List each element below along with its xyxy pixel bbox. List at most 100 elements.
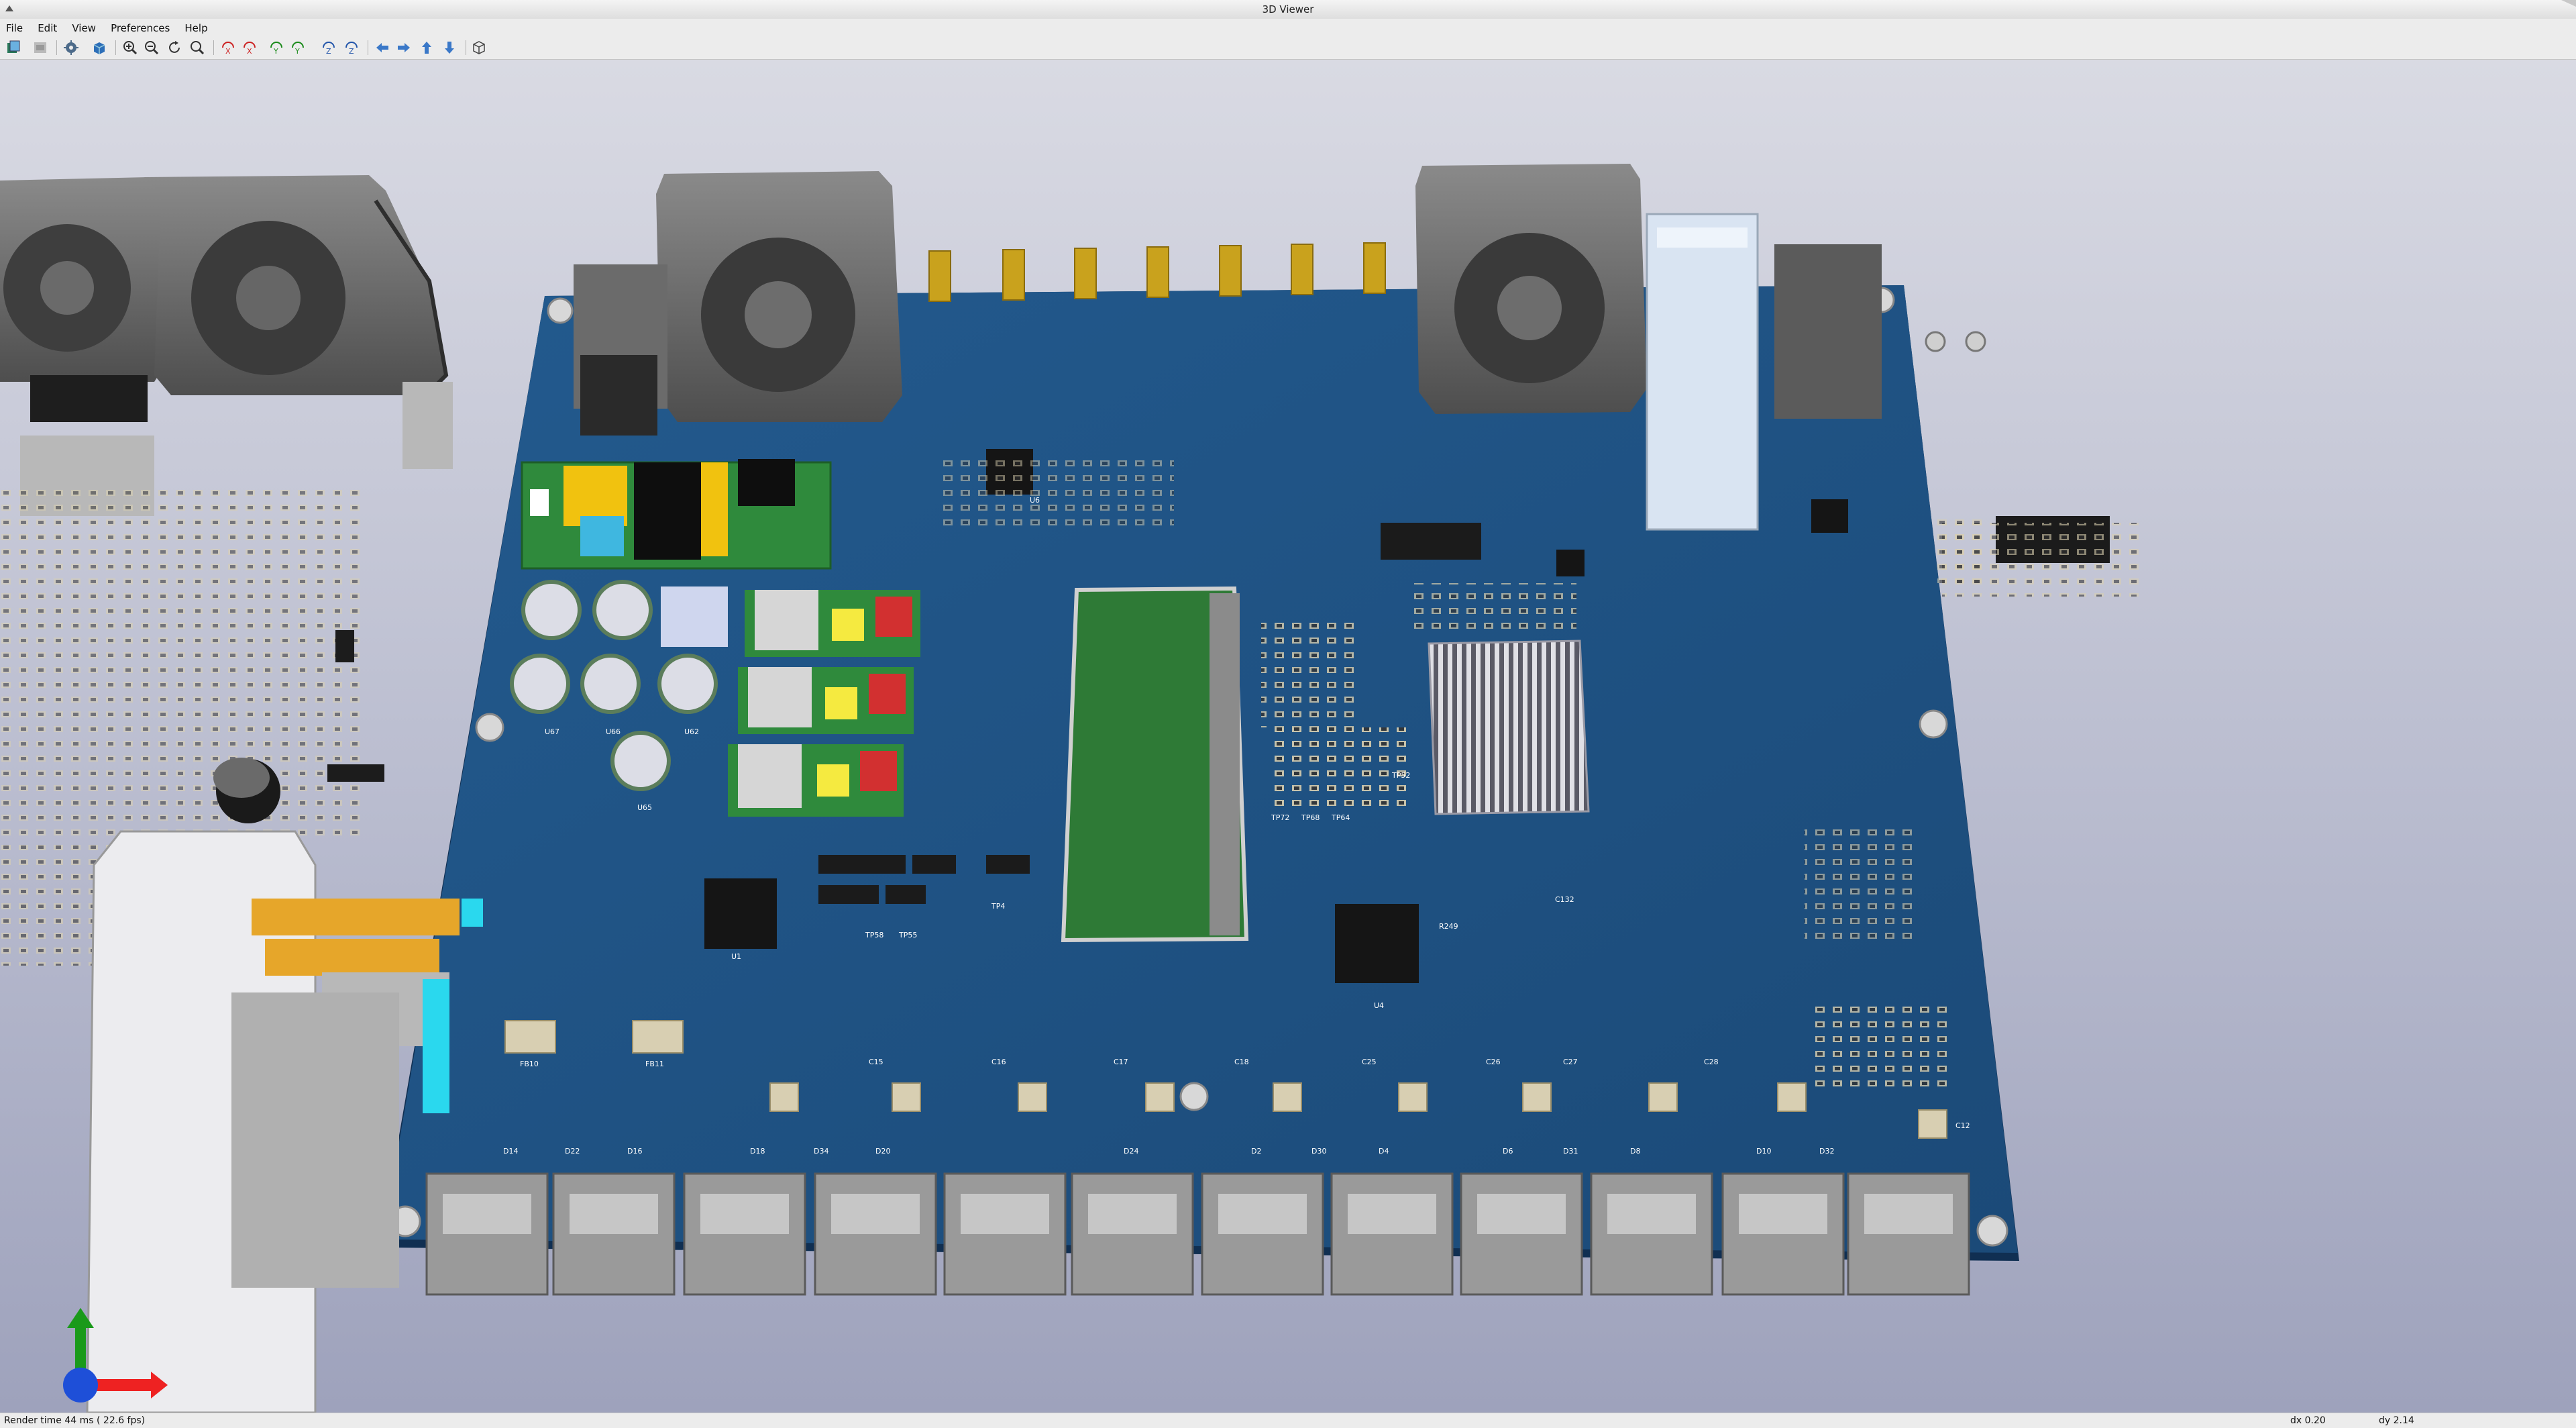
export-image-button[interactable] bbox=[31, 38, 50, 57]
raytracing-button[interactable] bbox=[90, 38, 109, 57]
label-fb11: FB11 bbox=[645, 1060, 664, 1068]
cooling-fans-offboard bbox=[0, 175, 449, 395]
label-c28: C28 bbox=[1704, 1058, 1719, 1066]
sodimm-socket bbox=[1061, 586, 1249, 943]
svg-text:Y: Y bbox=[294, 47, 300, 56]
svg-text:Z: Z bbox=[349, 47, 354, 56]
redraw-button[interactable] bbox=[165, 38, 184, 57]
heatsink bbox=[1428, 640, 1590, 815]
orthographic-button[interactable] bbox=[470, 38, 488, 57]
svg-text:X: X bbox=[225, 47, 231, 56]
cooling-fan-1 bbox=[656, 171, 902, 422]
menu-preferences[interactable]: Preferences bbox=[105, 19, 175, 34]
zoom-in-icon bbox=[123, 41, 138, 55]
label-d30: D30 bbox=[1311, 1147, 1326, 1156]
toolbar: X X Y Y Z Z bbox=[0, 36, 2576, 60]
label-d6: D6 bbox=[1503, 1147, 1513, 1156]
dy-readout: dy 2.14 bbox=[2379, 1415, 2414, 1426]
rotate-x-ccw-button[interactable]: X bbox=[240, 38, 259, 57]
label-tp72: TP72 bbox=[1271, 813, 1289, 822]
label-u6: U6 bbox=[1030, 496, 1040, 505]
rotate-y-cw-button[interactable]: Y bbox=[267, 38, 286, 57]
rotate-z-ccw-button[interactable]: Z bbox=[342, 38, 361, 57]
orthographic-icon bbox=[473, 41, 485, 54]
rotate-x-ccw-icon: X bbox=[244, 42, 256, 56]
rotate-x-cw-button[interactable]: X bbox=[219, 38, 237, 57]
status-bar: Render time 44 ms ( 22.6 fps) dx 0.20 dy… bbox=[0, 1413, 2576, 1428]
label-c12: C12 bbox=[1955, 1121, 1970, 1130]
label-d2: D2 bbox=[1251, 1147, 1261, 1156]
dcdc-converters bbox=[728, 590, 920, 817]
label-tp4: TP4 bbox=[991, 902, 1005, 911]
title-bar: 3D Viewer bbox=[0, 0, 2576, 19]
label-d4: D4 bbox=[1379, 1147, 1389, 1156]
label-c25: C25 bbox=[1362, 1058, 1377, 1066]
dx-readout: dx 0.20 bbox=[2290, 1415, 2326, 1426]
settings-button[interactable] bbox=[62, 38, 80, 57]
svg-text:X: X bbox=[247, 47, 252, 56]
label-c16: C16 bbox=[991, 1058, 1006, 1066]
label-d18: D18 bbox=[750, 1147, 765, 1156]
rotate-z-cw-button[interactable]: Z bbox=[319, 38, 338, 57]
svg-text:Z: Z bbox=[326, 47, 331, 56]
label-c27: C27 bbox=[1563, 1058, 1578, 1066]
label-tp68: TP68 bbox=[1301, 813, 1320, 822]
3d-viewport[interactable]: U67 U66 U62 U65 U1 U4 R249 FB10 FB11 D14… bbox=[0, 60, 2576, 1413]
label-d34: D34 bbox=[814, 1147, 828, 1156]
rotate-y-ccw-button[interactable]: Y bbox=[288, 38, 307, 57]
label-tp55: TP55 bbox=[898, 931, 917, 939]
label-d32: D32 bbox=[1819, 1147, 1834, 1156]
pan-up-button[interactable] bbox=[417, 38, 436, 57]
label-r249: R249 bbox=[1439, 922, 1458, 931]
menu-view[interactable]: View bbox=[66, 19, 101, 34]
label-c26: C26 bbox=[1486, 1058, 1501, 1066]
label-u4: U4 bbox=[1374, 1001, 1384, 1010]
label-tp52: TP52 bbox=[1391, 771, 1410, 780]
menu-file[interactable]: File bbox=[0, 19, 28, 34]
menu-bar: File Edit View Preferences Help bbox=[0, 19, 2576, 37]
copy-to-clipboard-button[interactable] bbox=[4, 38, 23, 57]
zoom-in-button[interactable] bbox=[121, 38, 140, 57]
svg-text:Y: Y bbox=[273, 47, 278, 56]
pcb-scene: U67 U66 U62 U65 U1 U4 R249 FB10 FB11 D14… bbox=[0, 164, 2143, 1413]
render-time-text: Render time 44 ms ( 22.6 fps) bbox=[4, 1415, 146, 1426]
label-fb10: FB10 bbox=[520, 1060, 539, 1068]
pan-right-button[interactable] bbox=[394, 38, 413, 57]
raytracing-icon bbox=[93, 42, 105, 54]
zoom-fit-icon bbox=[191, 41, 205, 55]
label-d10: D10 bbox=[1756, 1147, 1771, 1156]
pan-left-button[interactable] bbox=[373, 38, 392, 57]
label-d24: D24 bbox=[1124, 1147, 1138, 1156]
pan-down-icon bbox=[445, 42, 454, 54]
rotate-y-ccw-icon: Y bbox=[292, 42, 304, 56]
menu-edit[interactable]: Edit bbox=[32, 19, 62, 34]
label-u1: U1 bbox=[731, 952, 741, 961]
menu-help[interactable]: Help bbox=[178, 19, 213, 34]
power-module bbox=[521, 459, 832, 570]
pan-down-button[interactable] bbox=[440, 38, 459, 57]
label-u66: U66 bbox=[606, 727, 621, 736]
label-d14: D14 bbox=[503, 1147, 518, 1156]
zoom-fit-button[interactable] bbox=[188, 38, 207, 57]
label-tp58: TP58 bbox=[865, 931, 883, 939]
label-c132: C132 bbox=[1555, 895, 1574, 904]
label-u62: U62 bbox=[684, 727, 699, 736]
label-u65: U65 bbox=[637, 803, 652, 812]
window-title: 3D Viewer bbox=[1262, 3, 1314, 15]
zoom-out-button[interactable] bbox=[142, 38, 161, 57]
label-c18: C18 bbox=[1234, 1058, 1249, 1066]
label-c15: C15 bbox=[869, 1058, 883, 1066]
label-d8: D8 bbox=[1630, 1147, 1640, 1156]
label-d22: D22 bbox=[565, 1147, 580, 1156]
label-tp64: TP64 bbox=[1331, 813, 1350, 822]
settings-icon bbox=[64, 40, 78, 55]
copy-to-clipboard-icon bbox=[7, 40, 20, 53]
rotate-z-ccw-icon: Z bbox=[345, 42, 358, 56]
export-image-icon bbox=[34, 42, 46, 53]
zoom-out-icon bbox=[145, 41, 159, 55]
cooling-fan-2 bbox=[1415, 164, 1647, 414]
rotate-z-cw-icon: Z bbox=[323, 42, 335, 56]
label-u67: U67 bbox=[545, 727, 559, 736]
pan-up-icon bbox=[422, 42, 431, 54]
label-c17: C17 bbox=[1114, 1058, 1128, 1066]
